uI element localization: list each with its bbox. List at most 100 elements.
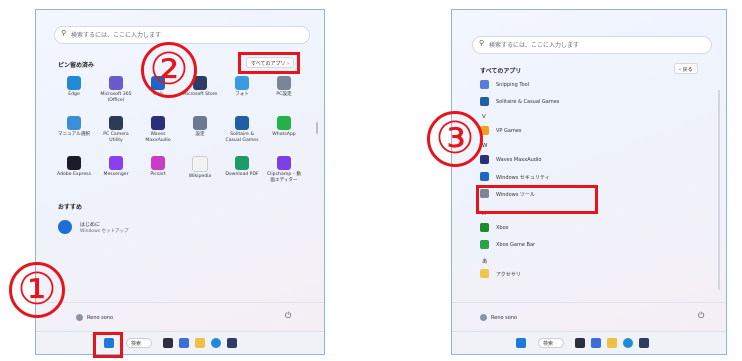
app-label: Edge: [68, 92, 80, 97]
avatar: [480, 314, 487, 321]
chat-icon[interactable]: [179, 338, 189, 348]
highlight-all-apps: [238, 52, 300, 74]
file-explorer-icon[interactable]: [607, 338, 617, 348]
app-icon: [480, 240, 489, 249]
power-icon[interactable]: ⏻: [285, 311, 291, 321]
pinned-app[interactable]: Clipchamp – 動 画エディター: [264, 156, 304, 184]
scrollbar[interactable]: [316, 122, 318, 134]
app-label: マニュアル選択: [57, 132, 91, 137]
pinned-header: ピン留め済み: [58, 62, 95, 69]
list-group-letter[interactable]: V: [482, 114, 486, 120]
app-icon: [67, 116, 81, 130]
start-menu-all-apps: ⚲ 検索するには、ここに入力します すべてのアプリ ‹ 戻る Snipping …: [451, 9, 727, 355]
pinned-app[interactable]: Wikipedia: [180, 156, 220, 180]
app-label: Adobe Express: [57, 172, 91, 177]
pinned-app[interactable]: Picsart: [138, 156, 178, 178]
pinned-app[interactable]: Waves MaxxAudio: [138, 116, 178, 144]
pinned-app[interactable]: フォト: [222, 76, 262, 98]
pinned-app[interactable]: マニュアル選択: [54, 116, 94, 138]
task-view-icon[interactable]: [575, 338, 585, 348]
getting-started-icon: [58, 220, 72, 234]
app-label: Waves MaxxAudio: [145, 132, 171, 143]
app-label: Microsoft 365 (Office): [100, 92, 132, 103]
pinned-app[interactable]: PC設定: [264, 76, 304, 98]
app-label: Clipchamp – 動 画エディター: [266, 172, 302, 183]
store-icon[interactable]: [227, 338, 237, 348]
app-icon: [151, 156, 165, 170]
search-icon: ⚲: [61, 29, 67, 37]
divider: [36, 302, 324, 303]
pinned-app[interactable]: PC Camera Utility: [96, 116, 136, 144]
user-account-button[interactable]: Reno sono: [480, 314, 517, 321]
callout-step-1: ①: [9, 262, 65, 318]
task-view-icon[interactable]: [163, 338, 173, 348]
app-label: Waves MaxxAudio: [496, 157, 542, 163]
recommended-title: はじめに: [80, 222, 101, 228]
list-group-letter[interactable]: W: [482, 143, 487, 149]
callout-step-3: ③: [427, 111, 483, 167]
app-icon: [480, 80, 489, 89]
start-search-input[interactable]: ⚲ 検索するには、ここに入力します: [472, 36, 712, 54]
pinned-app[interactable]: WhatsApp: [264, 116, 304, 138]
taskbar: 検索: [36, 331, 324, 354]
app-label: Solitaire & Casual Games: [496, 99, 560, 105]
start-button-icon[interactable]: [516, 338, 526, 348]
app-icon: [277, 156, 291, 170]
app-icon: [67, 76, 81, 90]
app-icon: [67, 156, 81, 170]
edge-icon[interactable]: [211, 338, 221, 348]
pinned-app[interactable]: Adobe Express: [54, 156, 94, 178]
app-icon: [277, 116, 291, 130]
user-account-button[interactable]: Reno sono: [76, 314, 113, 321]
app-icon: [109, 156, 123, 170]
pinned-app[interactable]: 設定: [180, 116, 220, 138]
app-label: Picsart: [150, 172, 166, 177]
recommended-item[interactable]: はじめに Windows セットアップ: [58, 218, 218, 238]
divider: [452, 302, 726, 303]
scrollbar[interactable]: [718, 90, 720, 290]
app-label: Windows セキュリティ: [496, 175, 550, 181]
pinned-app[interactable]: Solitaire & Casual Games: [222, 116, 262, 144]
back-button[interactable]: ‹ 戻る: [674, 63, 698, 74]
callout-step-2: ②: [141, 42, 197, 98]
chat-icon[interactable]: [591, 338, 601, 348]
app-label: フォト: [235, 92, 249, 97]
pinned-app[interactable]: Download PDF: [222, 156, 262, 178]
user-name: Reno sono: [491, 315, 518, 321]
pinned-app[interactable]: Messenger: [96, 156, 136, 178]
taskbar-search[interactable]: 検索: [538, 338, 564, 348]
power-icon[interactable]: ⏻: [698, 311, 704, 321]
highlight-windows-tools: [476, 185, 598, 214]
start-search-input[interactable]: ⚲ 検索するには、ここに入力します: [54, 26, 310, 44]
app-icon: [235, 76, 249, 90]
pinned-app[interactable]: Edge: [54, 76, 94, 98]
app-label: Download PDF: [225, 172, 259, 177]
avatar: [76, 314, 83, 321]
app-icon: [480, 97, 489, 106]
app-icon: [192, 156, 208, 172]
app-label: アクセサリ: [496, 272, 521, 278]
app-icon: [193, 116, 207, 130]
app-label: PC設定: [276, 92, 292, 97]
taskbar-search[interactable]: 検索: [126, 338, 152, 348]
app-label: WhatsApp: [272, 132, 296, 137]
pinned-app[interactable]: Microsoft 365 (Office): [96, 76, 136, 104]
app-label: Xbox: [496, 225, 509, 231]
file-explorer-icon[interactable]: [195, 338, 205, 348]
store-icon[interactable]: [639, 338, 649, 348]
app-icon: [235, 116, 249, 130]
app-icon: [480, 172, 489, 181]
recommended-header: おすすめ: [58, 204, 83, 211]
recommended-subtitle: Windows セットアップ: [80, 229, 129, 234]
list-group-letter[interactable]: あ: [482, 257, 488, 265]
app-icon: [480, 155, 489, 164]
edge-icon[interactable]: [623, 338, 633, 348]
app-icon: [235, 156, 249, 170]
taskbar: 検索: [452, 331, 726, 354]
search-placeholder: 検索するには、ここに入力します: [71, 32, 162, 39]
app-label: Solitaire & Casual Games: [225, 132, 259, 143]
app-icon: [151, 116, 165, 130]
app-label: Xbox Game Bar: [496, 242, 536, 248]
app-icon: [480, 269, 489, 278]
app-icon: [480, 223, 489, 232]
